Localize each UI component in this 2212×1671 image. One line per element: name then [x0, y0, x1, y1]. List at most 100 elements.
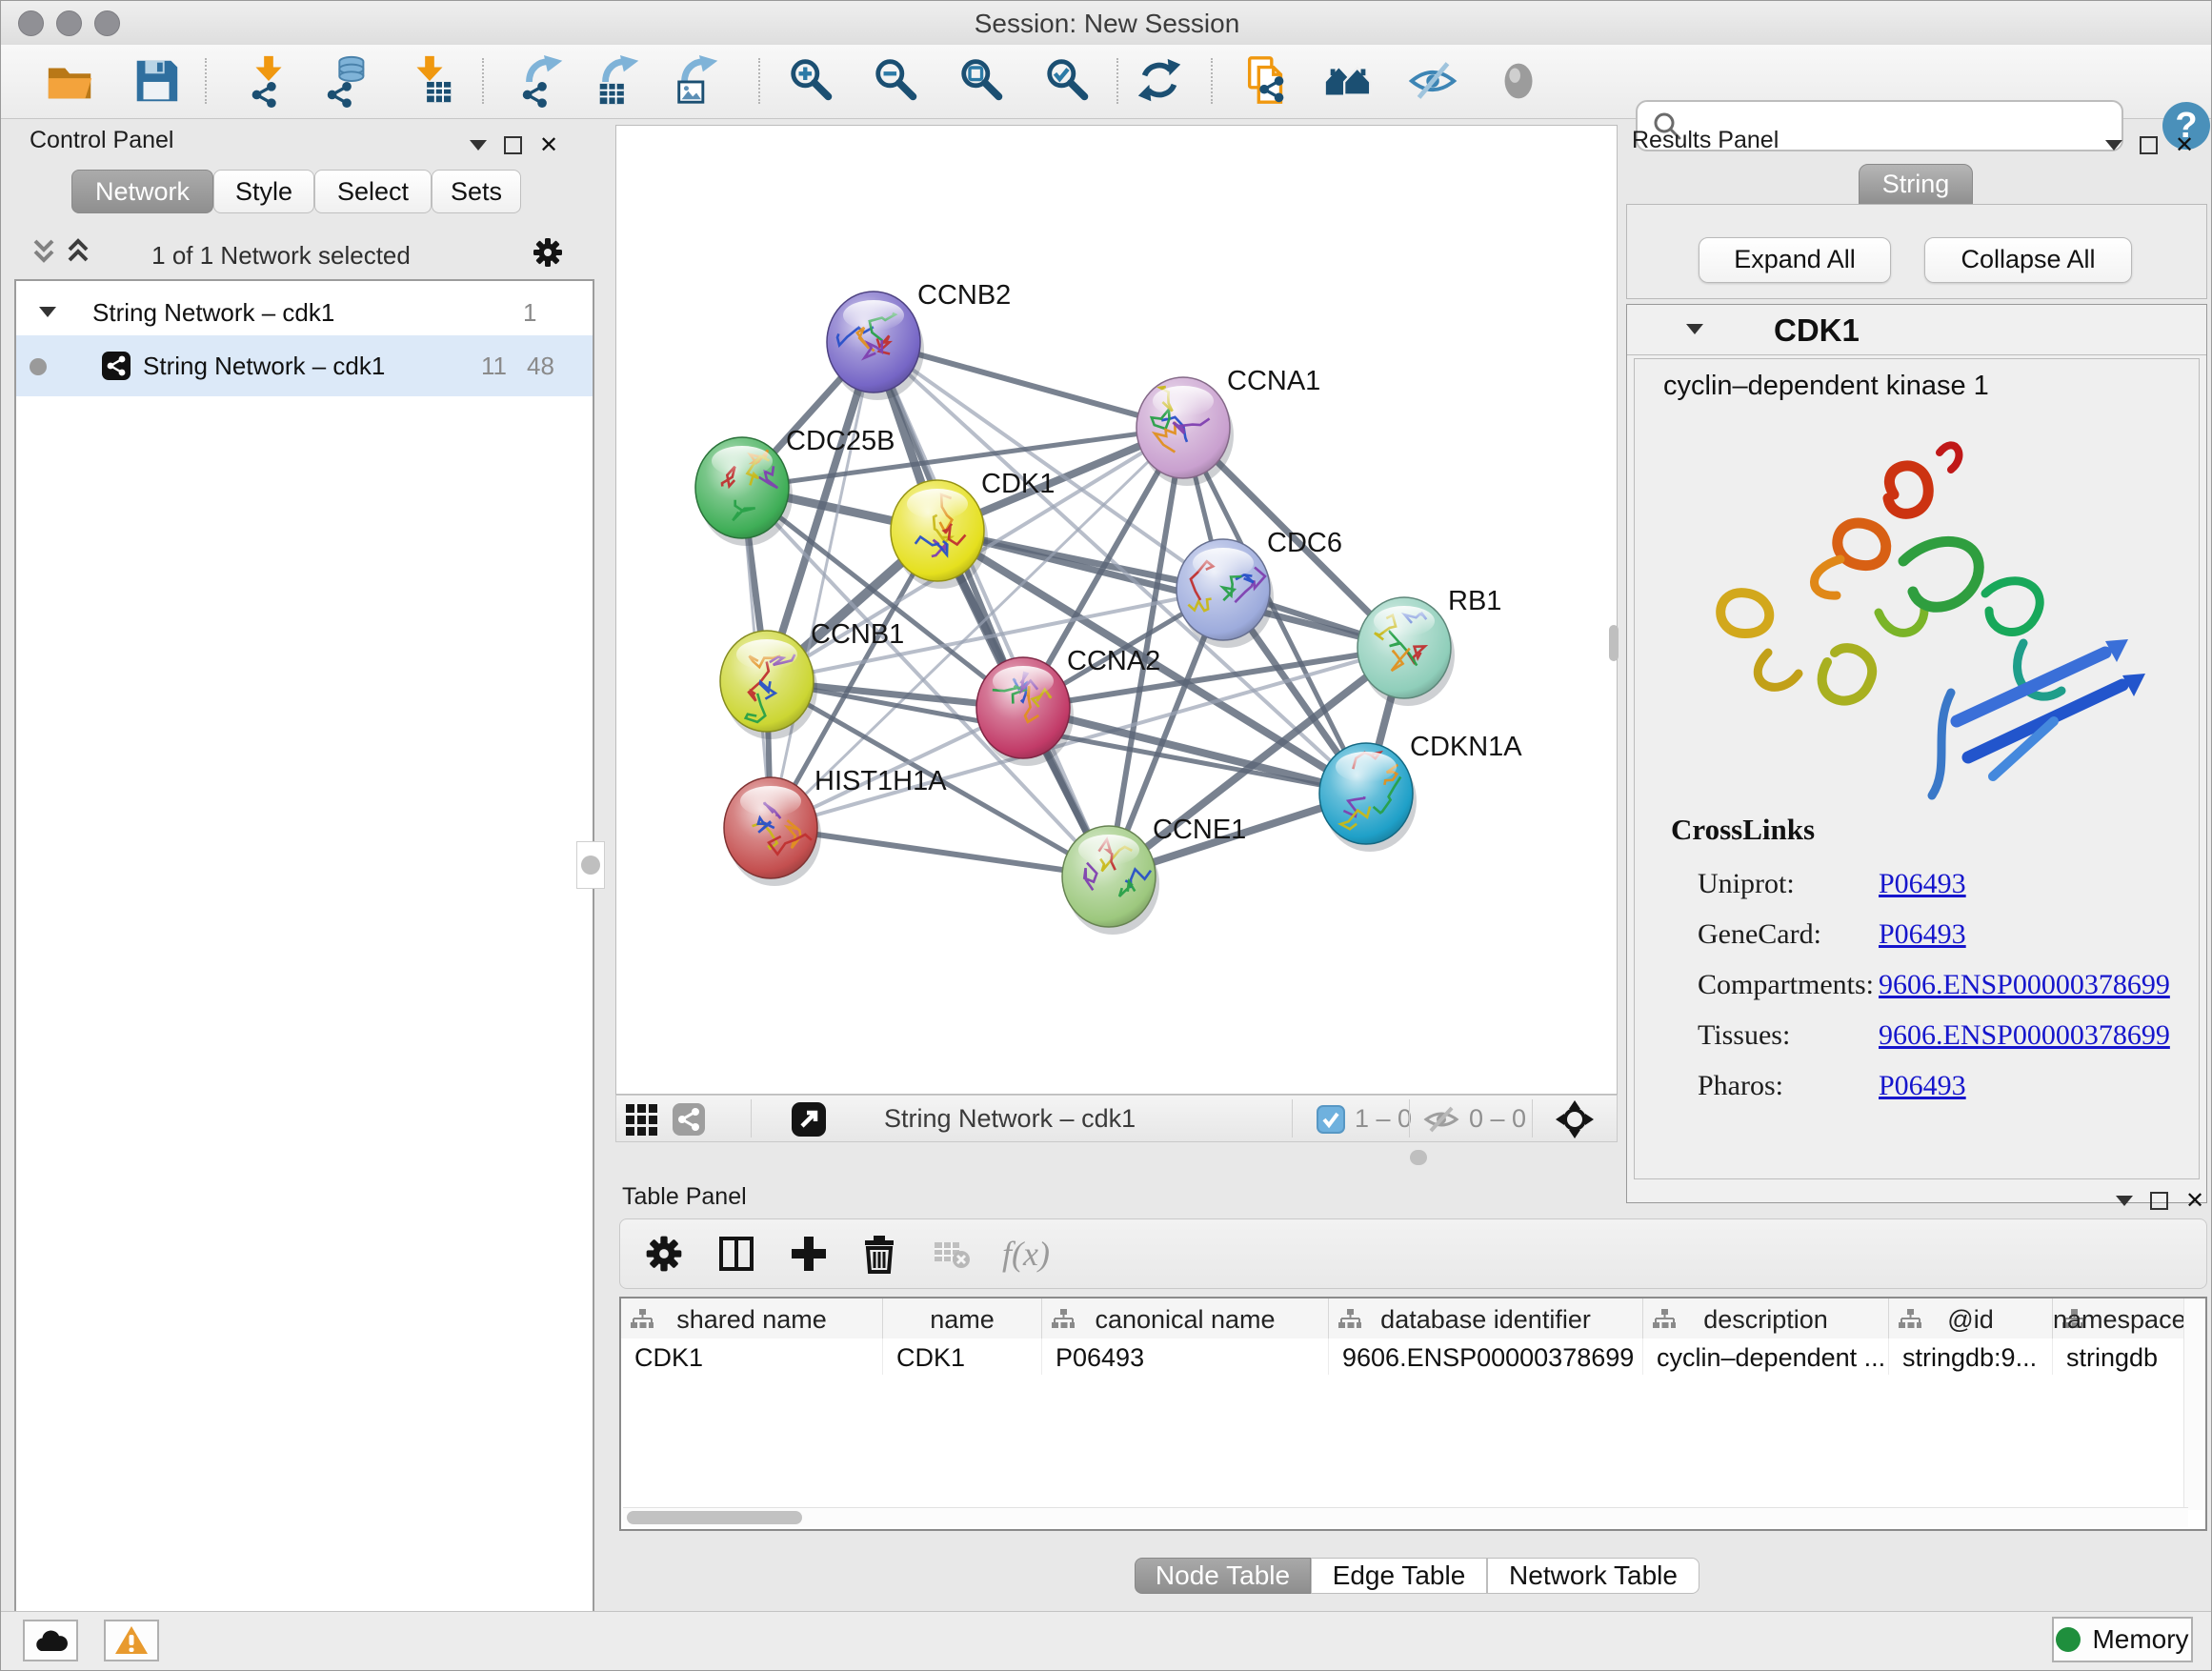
tab-style[interactable]: Style [213, 170, 314, 213]
float-panel-icon[interactable] [2150, 1192, 2168, 1210]
control-panel-controls: ✕ [470, 136, 558, 154]
node-CCNE1[interactable] [1062, 826, 1159, 935]
grid-view-icon[interactable] [624, 1102, 658, 1141]
table-cell[interactable]: cyclin–dependent ... [1643, 1339, 1889, 1375]
crosslink-link[interactable]: 9606.ENSP00000378699 [1879, 1019, 2170, 1052]
network-nodes: CCNB2 CCNA1 CDC25B CDK1 CDC6 RB1 CCNB1 C… [695, 280, 1522, 935]
close-panel-icon[interactable]: ✕ [2175, 138, 2194, 152]
tab-string[interactable]: String [1859, 164, 1973, 206]
edge-CCNB2-HIST1H1A[interactable] [771, 342, 874, 828]
node-CDK1[interactable] [891, 480, 988, 589]
export-network-icon [516, 54, 570, 108]
panel-menu-icon[interactable] [2116, 1196, 2133, 1206]
toolbar-separator [205, 58, 207, 104]
network-status-title: String Network – cdk1 [884, 1104, 1136, 1134]
zoom-out-button[interactable] [869, 51, 926, 111]
node-CDC25B[interactable] [695, 437, 793, 546]
panel-splitter-handle[interactable] [576, 841, 605, 889]
home-view-button[interactable] [1320, 51, 1377, 111]
panel-menu-icon[interactable] [2105, 140, 2122, 151]
cloud-icon [31, 1626, 70, 1655]
collapse-all-button[interactable]: Collapse All [1924, 237, 2132, 283]
open-session-button[interactable] [42, 51, 99, 111]
fit-network-crosshair-icon[interactable] [1555, 1099, 1595, 1144]
column-header-description[interactable]: description [1643, 1299, 1889, 1339]
table-cell[interactable]: 9606.ENSP00000378699 [1329, 1339, 1643, 1375]
panel-menu-icon[interactable] [470, 140, 487, 151]
refresh-view-icon [1133, 54, 1186, 108]
node-label-HIST1H1A: HIST1H1A [814, 766, 947, 796]
eye-disabled-button[interactable] [1491, 51, 1548, 111]
import-network-button[interactable] [240, 51, 297, 111]
delete-column-trash-icon[interactable] [853, 1227, 906, 1280]
network-tree-selected-row[interactable]: String Network – cdk1 11 48 [16, 335, 593, 396]
add-column-icon[interactable] [782, 1227, 835, 1280]
column-header-namespace[interactable]: namespace [2053, 1299, 2186, 1339]
export-network-button[interactable] [514, 51, 572, 111]
expand-all-button[interactable]: Expand All [1699, 237, 1891, 283]
export-table-button[interactable] [591, 51, 648, 111]
node-CCNB2[interactable] [827, 292, 924, 400]
close-panel-icon[interactable]: ✕ [539, 138, 558, 152]
collapse-gene-icon[interactable] [1686, 324, 1703, 334]
network-item-label: String Network – cdk1 [143, 352, 385, 381]
hidden-eye-icon[interactable] [1422, 1103, 1460, 1140]
crosslink-link[interactable]: P06493 [1879, 1070, 1966, 1102]
node-CDKN1A[interactable] [1319, 743, 1417, 852]
tab-node-table[interactable]: Node Table [1135, 1558, 1311, 1594]
tab-network-table[interactable]: Network Table [1487, 1558, 1699, 1594]
table-vertical-scrollbar[interactable] [2183, 1299, 2203, 1510]
column-header-canonicalname[interactable]: canonical name [1042, 1299, 1329, 1339]
tab-sets[interactable]: Sets [432, 170, 521, 213]
zoom-selected-button[interactable] [1040, 51, 1097, 111]
home-view-icon [1322, 54, 1376, 108]
float-panel-icon[interactable] [504, 136, 522, 154]
right-splitter-handle[interactable] [1609, 625, 1619, 661]
save-session-button[interactable] [128, 51, 185, 111]
refresh-view-button[interactable] [1131, 51, 1188, 111]
zoom-in-button[interactable] [784, 51, 841, 111]
crosslink-link[interactable]: P06493 [1879, 868, 1966, 900]
expand-network-icon[interactable] [39, 307, 56, 317]
network-canvas[interactable]: CCNB2 CCNA1 CDC25B CDK1 CDC6 RB1 CCNB1 C… [615, 125, 1618, 1095]
share-view-icon[interactable] [672, 1102, 706, 1141]
table-settings-gear-icon[interactable] [637, 1227, 691, 1280]
bottom-splitter-handle[interactable] [1410, 1150, 1427, 1165]
gene-header[interactable]: CDK1 [1627, 305, 2206, 355]
network-options-gear-icon[interactable] [531, 235, 565, 274]
export-image-button[interactable] [670, 51, 727, 111]
table-cell[interactable]: CDK1 [621, 1339, 883, 1375]
crosslink-link[interactable]: P06493 [1879, 918, 1966, 951]
tab-network[interactable]: Network [71, 170, 213, 213]
import-database-button[interactable] [319, 51, 376, 111]
warnings-button[interactable] [104, 1620, 159, 1661]
table-cell[interactable]: P06493 [1042, 1339, 1329, 1375]
node-RB1[interactable] [1357, 597, 1455, 706]
close-panel-icon[interactable]: ✕ [2185, 1194, 2204, 1208]
paste-share-button[interactable] [1238, 51, 1296, 111]
tab-edge-table[interactable]: Edge Table [1311, 1558, 1487, 1594]
open-in-window-icon[interactable] [791, 1101, 827, 1142]
edge-HIST1H1A-CCNE1[interactable] [771, 828, 1109, 876]
column-header-databaseidentifier[interactable]: database identifier [1329, 1299, 1643, 1339]
column-header-id[interactable]: @id [1889, 1299, 2053, 1339]
table-cell[interactable]: CDK1 [883, 1339, 1042, 1375]
table-horizontal-scrollbar[interactable] [623, 1507, 2188, 1527]
show-columns-icon[interactable] [710, 1227, 763, 1280]
column-header-name[interactable]: name [883, 1299, 1042, 1339]
zoom-selected-icon [1042, 54, 1096, 108]
selected-checkbox[interactable] [1317, 1105, 1345, 1138]
node-CCNA1[interactable] [1136, 377, 1234, 486]
tab-select[interactable]: Select [314, 170, 432, 213]
import-table-button[interactable] [401, 51, 458, 111]
crosslink-link[interactable]: 9606.ENSP00000378699 [1879, 969, 2170, 1001]
network-tree-parent-row[interactable]: String Network – cdk1 1 [16, 290, 593, 335]
table-cell[interactable]: stringdb [2053, 1339, 2186, 1375]
float-panel-icon[interactable] [2140, 136, 2158, 154]
eye-slash-button[interactable] [1405, 51, 1462, 111]
column-header-sharedname[interactable]: shared name [621, 1299, 883, 1339]
zoom-fit-button[interactable] [955, 51, 1012, 111]
table-cell[interactable]: stringdb:9... [1889, 1339, 2053, 1375]
cloud-button[interactable] [23, 1620, 78, 1661]
memory-button[interactable]: Memory [2052, 1617, 2193, 1662]
